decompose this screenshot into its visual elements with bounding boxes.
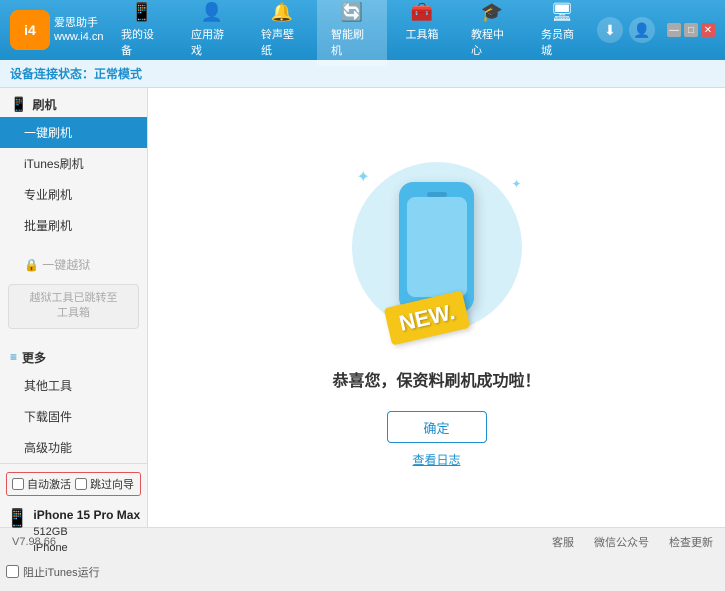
star-left-icon: ✦ xyxy=(357,167,370,187)
sidebar-disabled-notice: 越狱工具已跳转至工具箱 xyxy=(8,284,139,329)
wechat-link[interactable]: 微信公众号 xyxy=(594,534,649,550)
tab-ringtones[interactable]: 🔔 铃声壁纸 xyxy=(247,0,317,66)
sidebar-item-advanced[interactable]: 高级功能 xyxy=(0,432,147,463)
phone-shape xyxy=(399,182,474,312)
tab-apps-label: 应用游戏 xyxy=(191,26,233,58)
star-right-icon: ✦ xyxy=(511,177,521,191)
tab-toolbox[interactable]: 🧰 工具箱 xyxy=(387,0,457,66)
new-text: NEW. xyxy=(396,299,457,337)
toolbox-icon: 🧰 xyxy=(411,2,433,23)
tab-my-device-label: 我的设备 xyxy=(121,26,163,58)
tab-apps-games[interactable]: 👤 应用游戏 xyxy=(177,0,247,66)
tab-smart-flash-label: 智能刷机 xyxy=(331,26,373,58)
apps-icon: 👤 xyxy=(201,2,223,23)
tab-toolbox-label: 工具箱 xyxy=(406,26,439,42)
status-value: 正常模式 xyxy=(94,65,142,82)
tab-tutorial[interactable]: 🎓 教程中心 xyxy=(457,0,527,66)
business-icon: 🖥 xyxy=(551,2,574,23)
sidebar-item-itunes-flash[interactable]: iTunes刷机 xyxy=(0,148,147,179)
window-controls: — □ ✕ xyxy=(667,23,715,37)
itunes-block-input[interactable] xyxy=(6,565,19,578)
phone-screen xyxy=(407,197,467,297)
topbar: i4 爱思助手 www.i4.cn 📱 我的设备 👤 应用游戏 🔔 铃声壁纸 🔄… xyxy=(0,0,725,60)
main-layout: 📱 刷机 一键刷机 iTunes刷机 专业刷机 批量刷机 🔒 一键越狱 越狱工具… xyxy=(0,88,725,527)
download-btn[interactable]: ⬇ xyxy=(597,17,623,43)
check-update-link[interactable]: 检查更新 xyxy=(669,534,713,550)
itunes-checkbox-row: 阻止iTunes运行 xyxy=(6,561,141,583)
sidebar-item-onekey-flash[interactable]: 一键刷机 xyxy=(0,117,147,148)
user-btn[interactable]: 👤 xyxy=(629,17,655,43)
maximize-button[interactable]: □ xyxy=(684,23,698,37)
ringtones-icon: 🔔 xyxy=(271,2,293,23)
itunes-block-label: 阻止iTunes运行 xyxy=(23,564,100,580)
more-section-icon: ≡ xyxy=(10,350,17,364)
phone-illustration: ✦ ✦ NEW. xyxy=(337,147,537,347)
device-name: iPhone 15 Pro Max xyxy=(33,506,140,524)
sidebar-item-batch-flash[interactable]: 批量刷机 xyxy=(0,210,147,241)
flash-section-icon: 📱 xyxy=(10,96,27,113)
success-text: 恭喜您，保资料刷机成功啦！ xyxy=(332,367,540,391)
tab-business[interactable]: 🖥 务员商城 xyxy=(527,0,597,66)
device-item: 📱 iPhone 15 Pro Max 512GB iPhone xyxy=(6,502,141,561)
guide-skip-label: 跳过向导 xyxy=(90,476,134,492)
sidebar-item-jailbreak: 🔒 一键越狱 xyxy=(0,249,147,280)
tab-tutorial-label: 教程中心 xyxy=(471,26,513,58)
sidebar-item-download-fw[interactable]: 下载固件 xyxy=(0,401,147,432)
logo-area: i4 爱思助手 www.i4.cn xyxy=(10,10,107,50)
version-label: V7.98.66 xyxy=(12,536,56,548)
content-area: ✦ ✦ NEW. 恭喜您，保资料刷机成功啦！ 确定 查看日志 xyxy=(148,88,725,527)
guide-skip-checkbox[interactable]: 跳过向导 xyxy=(75,476,134,492)
log-link[interactable]: 查看日志 xyxy=(412,451,460,468)
phone-notch xyxy=(427,192,447,197)
sidebar-section-more-label: 更多 xyxy=(22,349,46,366)
device-info: iPhone 15 Pro Max 512GB iPhone xyxy=(33,506,140,557)
customer-service-link[interactable]: 客服 xyxy=(552,534,574,550)
logo-icon: i4 xyxy=(10,10,50,50)
sidebar-item-other-tools[interactable]: 其他工具 xyxy=(0,370,147,401)
tab-ringtones-label: 铃声壁纸 xyxy=(261,26,303,58)
device-phone-icon: 📱 xyxy=(6,508,28,529)
auto-activate-checkbox[interactable]: 自动激活 xyxy=(12,476,71,492)
tab-smart-flash[interactable]: 🔄 智能刷机 xyxy=(317,0,387,66)
sidebar: 📱 刷机 一键刷机 iTunes刷机 专业刷机 批量刷机 🔒 一键越狱 越狱工具… xyxy=(0,88,148,527)
tab-business-label: 务员商城 xyxy=(541,26,583,58)
confirm-button[interactable]: 确定 xyxy=(387,411,487,443)
topbar-right: ⬇ 👤 — □ ✕ xyxy=(597,17,715,43)
auto-activate-input[interactable] xyxy=(12,478,24,490)
sidebar-item-pro-flash[interactable]: 专业刷机 xyxy=(0,179,147,210)
close-button[interactable]: ✕ xyxy=(701,23,715,37)
tab-my-device[interactable]: 📱 我的设备 xyxy=(107,0,177,66)
guide-skip-input[interactable] xyxy=(75,478,87,490)
jailbreak-lock-icon: 🔒 xyxy=(24,258,39,272)
my-device-icon: 📱 xyxy=(131,2,153,23)
smart-flash-icon: 🔄 xyxy=(341,2,363,23)
sidebar-section-flash: 📱 刷机 xyxy=(0,88,147,117)
auto-options-row: 自动激活 跳过向导 xyxy=(6,472,141,496)
minimize-button[interactable]: — xyxy=(667,23,681,37)
nav-tabs: 📱 我的设备 👤 应用游戏 🔔 铃声壁纸 🔄 智能刷机 🧰 工具箱 🎓 教程中心… xyxy=(107,0,597,66)
sidebar-section-flash-label: 刷机 xyxy=(32,96,56,113)
auto-activate-label: 自动激活 xyxy=(27,476,71,492)
status-label: 设备连接状态： xyxy=(10,65,94,82)
sidebar-section-more: ≡ 更多 xyxy=(0,341,147,370)
logo-text: 爱思助手 www.i4.cn xyxy=(54,16,104,45)
tutorial-icon: 🎓 xyxy=(481,2,503,23)
